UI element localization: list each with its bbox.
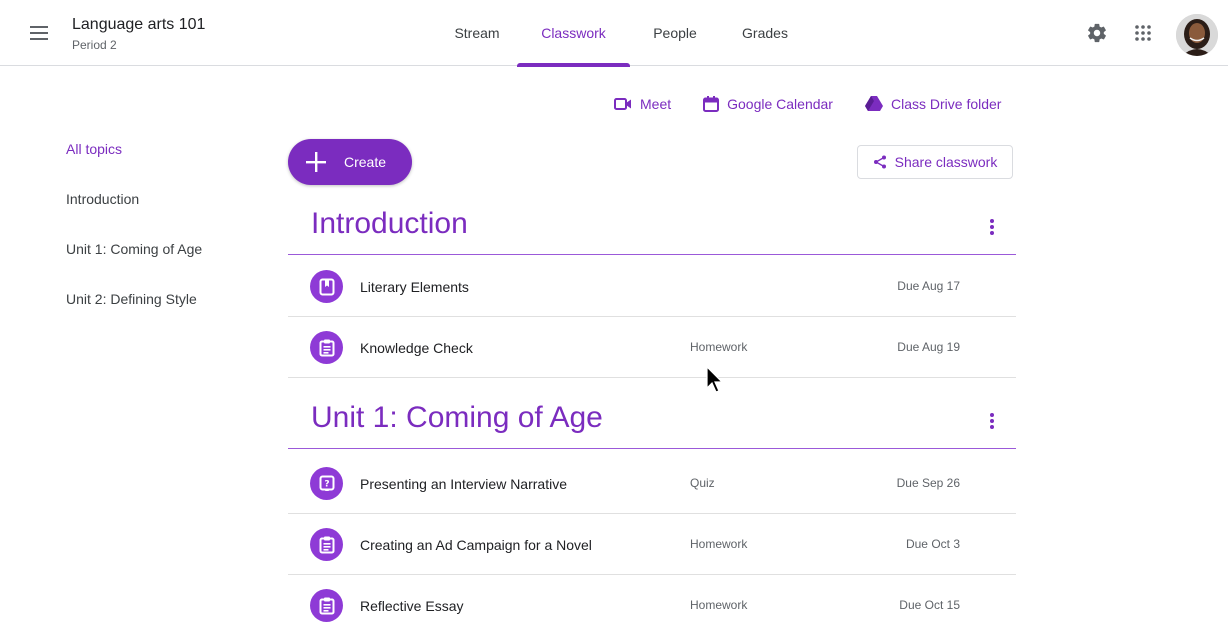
drive-icon [864, 96, 883, 111]
menu-icon[interactable] [26, 20, 52, 46]
classwork-row[interactable]: Creating an Ad Campaign for a Novel Home… [288, 514, 1016, 575]
question-icon: ? [310, 467, 343, 500]
tab-label: Stream [454, 25, 500, 41]
calendar-link[interactable]: Google Calendar [703, 96, 833, 112]
assignment-icon [310, 331, 343, 364]
more-options-icon[interactable] [986, 217, 998, 237]
item-type: Quiz [690, 476, 715, 490]
more-options-icon[interactable] [986, 411, 998, 431]
meet-label: Meet [640, 96, 672, 112]
item-type: Homework [690, 537, 748, 551]
class-title[interactable]: Language arts 101 [72, 16, 205, 34]
drive-folder-link[interactable]: Class Drive folder [864, 96, 1002, 112]
item-title: Literary Elements [360, 279, 469, 295]
drive-label: Class Drive folder [890, 96, 1002, 112]
section-title[interactable]: Introduction [311, 207, 468, 241]
share-classwork-button[interactable]: Share classwork [857, 145, 1013, 179]
item-type: Homework [690, 340, 748, 354]
tab-stream[interactable]: Stream [437, 0, 517, 66]
topic-all[interactable]: All topics [66, 140, 202, 190]
create-button[interactable]: Create [288, 139, 412, 185]
item-title: Creating an Ad Campaign for a Novel [360, 537, 592, 553]
tab-grades[interactable]: Grades [720, 0, 810, 66]
calendar-icon [703, 96, 720, 112]
topics-sidebar: All topics Introduction Unit 1: Coming o… [66, 140, 202, 340]
tab-bar: Stream Classwork People Grades [420, 0, 810, 67]
item-type: Homework [690, 598, 748, 612]
section-title[interactable]: Unit 1: Coming of Age [311, 401, 603, 435]
share-icon [873, 155, 886, 169]
classwork-row[interactable]: Reflective Essay Homework Due Oct 15 [288, 575, 1016, 623]
section-header-introduction: Introduction [288, 207, 1016, 255]
classwork-row[interactable]: Knowledge Check Homework Due Aug 19 [288, 317, 1016, 378]
item-due: Due Oct 3 [905, 537, 960, 551]
tab-label: Classwork [541, 25, 606, 41]
plus-icon [304, 150, 328, 174]
topic-unit-1[interactable]: Unit 1: Coming of Age [66, 240, 202, 290]
create-label: Create [344, 154, 387, 170]
topic-introduction[interactable]: Introduction [66, 190, 202, 240]
item-title: Reflective Essay [360, 598, 464, 614]
svg-text:?: ? [324, 479, 329, 489]
user-avatar[interactable] [1176, 14, 1218, 56]
tab-label: People [653, 25, 697, 41]
tab-label: Grades [742, 25, 788, 41]
assignment-icon [310, 528, 343, 561]
item-title: Presenting an Interview Narrative [360, 476, 567, 492]
classwork-row[interactable]: ? Presenting an Interview Narrative Quiz… [288, 453, 1016, 514]
material-icon [310, 270, 343, 303]
classwork-row[interactable]: Literary Elements Due Aug 17 [288, 256, 1016, 317]
top-app-bar: Language arts 101 Period 2 Stream Classw… [0, 0, 1228, 67]
settings-icon[interactable] [1086, 22, 1108, 44]
video-camera-icon [614, 98, 631, 110]
tab-classwork[interactable]: Classwork [517, 0, 630, 67]
item-due: Due Oct 15 [899, 598, 960, 612]
assignment-icon [310, 589, 343, 622]
item-due: Due Aug 19 [897, 340, 960, 354]
tab-people[interactable]: People [630, 0, 720, 66]
mouse-cursor-icon [705, 365, 725, 394]
class-subtitle: Period 2 [72, 38, 117, 52]
meet-link[interactable]: Meet [614, 96, 671, 112]
calendar-label: Google Calendar [727, 96, 833, 112]
share-label: Share classwork [894, 154, 998, 170]
topic-unit-2[interactable]: Unit 2: Defining Style [66, 290, 202, 340]
section-header-unit-1: Unit 1: Coming of Age [288, 401, 1016, 449]
item-due: Due Aug 17 [897, 279, 960, 293]
item-title: Knowledge Check [360, 340, 473, 356]
apps-grid-icon[interactable] [1132, 22, 1154, 44]
quick-links: Meet Google Calendar Class Drive folder [614, 96, 1033, 112]
item-due: Due Sep 26 [896, 476, 960, 490]
